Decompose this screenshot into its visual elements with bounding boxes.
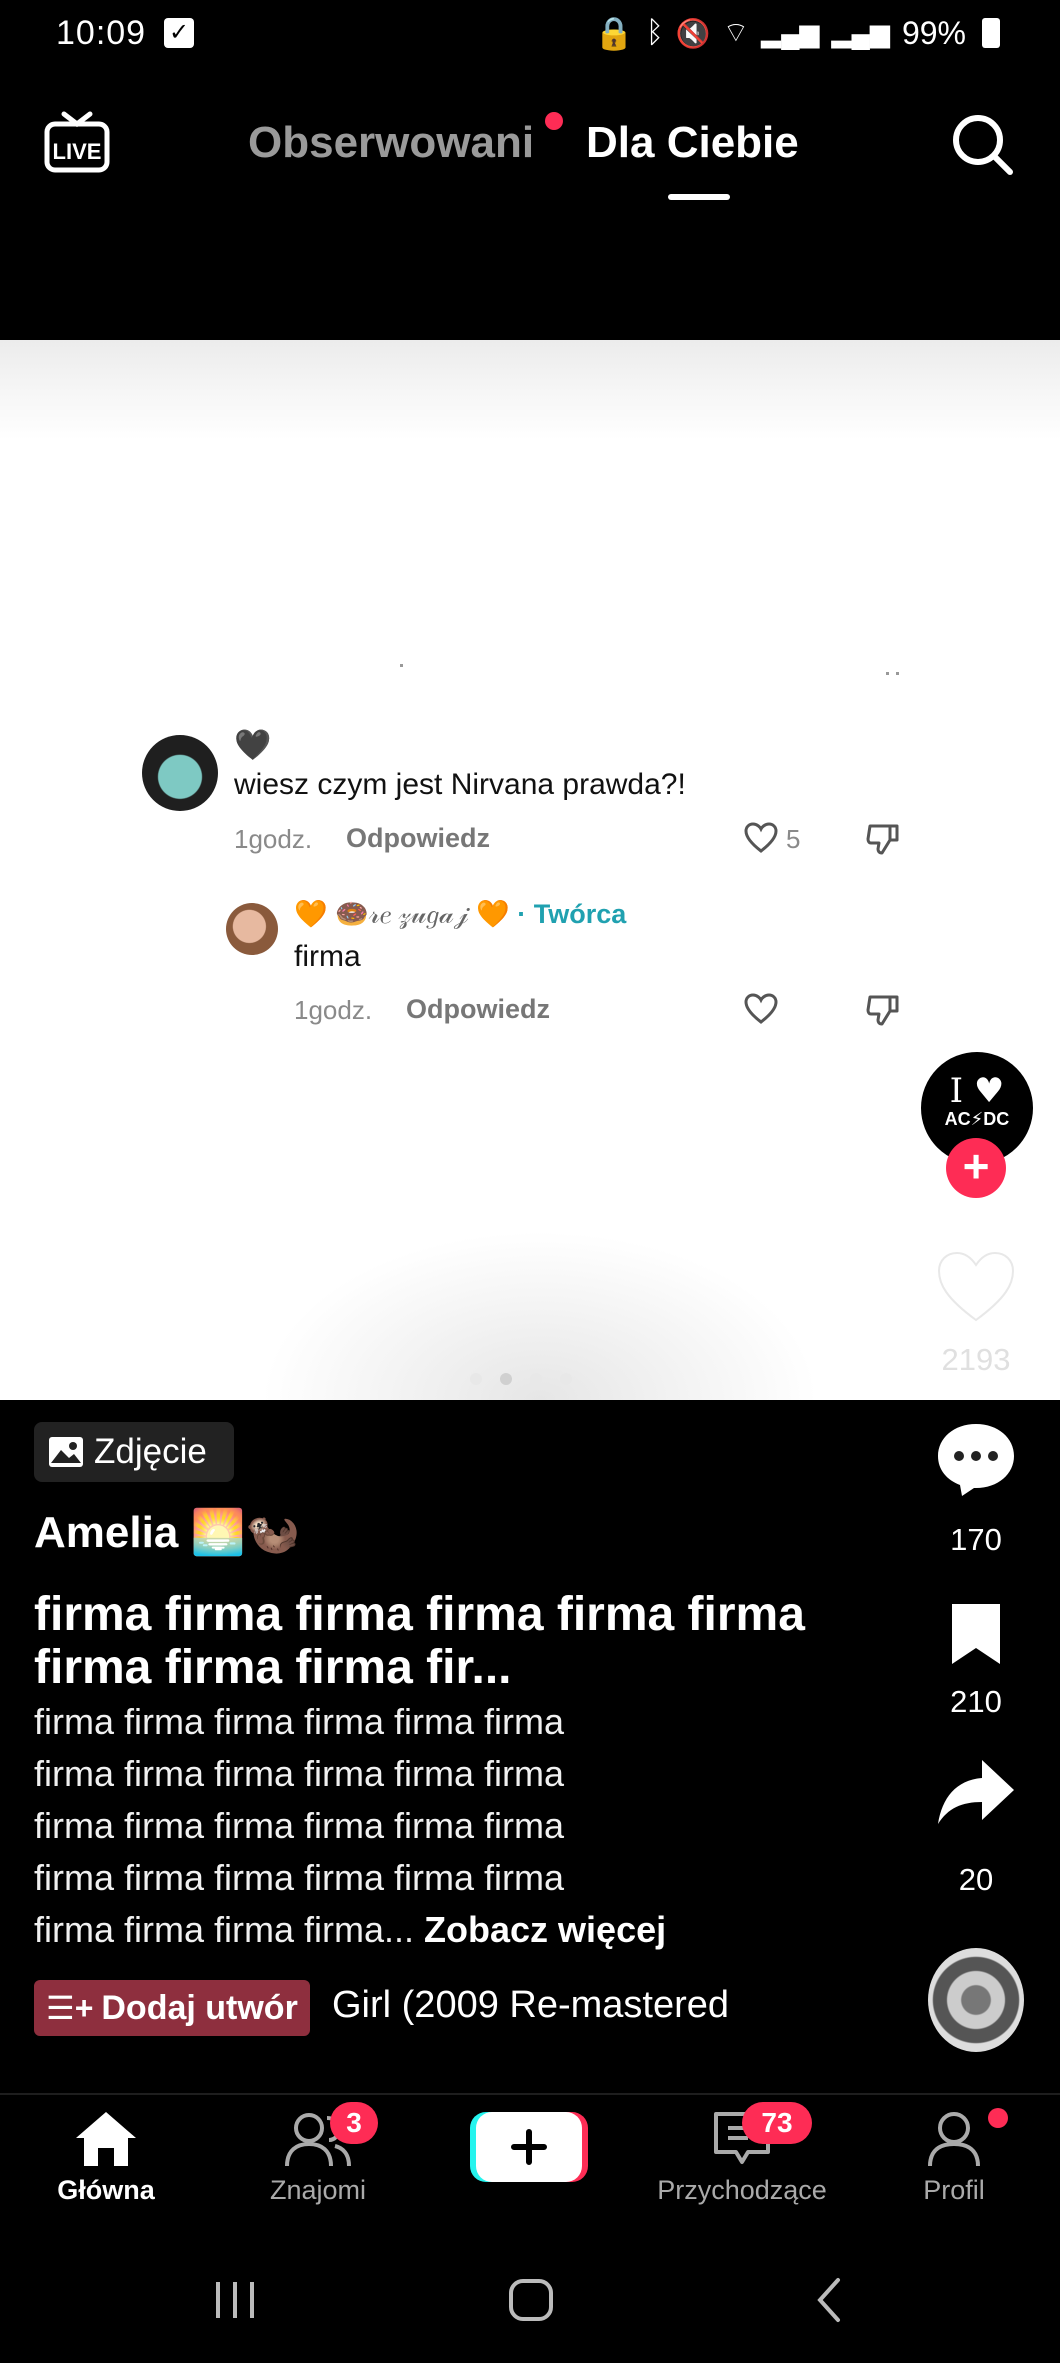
nav-inbox-label: Przychodzące [657, 2175, 827, 2205]
comment-avatar [226, 903, 278, 955]
comment-text: wiesz czym jest Nirvana prawda?! [234, 768, 686, 801]
share-count: 20 [958, 1862, 994, 1897]
follow-button[interactable]: + [946, 1138, 1006, 1198]
new-content-dot [545, 112, 563, 130]
photo-speck [400, 664, 403, 667]
nav-home[interactable]: Główna [16, 2110, 196, 2206]
status-time: 10:09 [56, 14, 147, 52]
comment-like-count: 5 [786, 824, 801, 854]
home-icon [76, 2112, 136, 2166]
friends-badge: 3 [330, 2102, 378, 2144]
add-song-button[interactable]: ☰+ Dodaj utwór [34, 1980, 310, 2036]
lock-app-icon: 🔒 [594, 15, 634, 51]
signal-icon: ▂▄▆ [761, 17, 820, 48]
author-name[interactable]: Amelia 🌅🦦 [34, 1506, 300, 1558]
profile-icon [928, 2112, 980, 2167]
heart-outline-icon [744, 822, 778, 853]
dislike-icon [866, 995, 899, 1026]
create-button[interactable] [470, 2110, 588, 2184]
photo-type-chip: Zdjęcie [34, 1422, 234, 1482]
post-description[interactable]: firma firma firma firma firma firma firm… [34, 1696, 854, 1956]
add-to-playlist-icon: ☰+ [46, 1990, 94, 2026]
comment-time: 1godz. [234, 824, 313, 854]
carousel-dot-active [500, 1373, 512, 1385]
live-icon[interactable]: LIVE [44, 108, 110, 174]
nav-friends-label: Znajomi [269, 2175, 367, 2205]
carousel-dot [560, 1373, 572, 1385]
comment-count: 170 [950, 1522, 1002, 1557]
comment-username-text: 🧡 🍩𝓇𝑒 𝓏𝓊𝑔𝒶𝒿 🧡 [294, 899, 510, 929]
post-title[interactable]: firma firma firma firma firma firma firm… [34, 1588, 854, 1694]
share-icon[interactable] [936, 1756, 1016, 1828]
description-line: firma firma firma firma firma firma [34, 1805, 564, 1846]
comment-text: firma [294, 940, 361, 973]
description-line: firma firma firma firma firma firma [34, 1857, 564, 1898]
recent-apps-icon[interactable] [210, 2270, 260, 2330]
status-bar: 10:09 ✓ 🔒 ᛒ 🔇 ⌔ ▂▄▆ ▂▄▆ 99% [0, 0, 1060, 70]
photo-speck [886, 672, 889, 675]
avatar-text: AC⚡DC [944, 1109, 1010, 1129]
photo-type-label: Zdjęcie [94, 1432, 207, 1471]
comment-time: 1godz. [294, 995, 373, 1025]
wifi-icon: ⌔ [722, 16, 750, 48]
comment-username: 🧡 🍩𝓇𝑒 𝓏𝓊𝑔𝒶𝒿 🧡 · Twórca [294, 898, 626, 931]
comment-avatar [142, 735, 218, 811]
carousel-dot [530, 1373, 542, 1385]
reply-button: Odpowiedz [406, 994, 550, 1024]
home-system-icon[interactable] [506, 2270, 556, 2330]
inbox-badge: 73 [742, 2102, 812, 2144]
live-label: LIVE [53, 139, 102, 164]
music-disc-icon[interactable] [928, 1948, 1024, 2052]
signal-icon: ▂▄▆ [831, 17, 890, 48]
nav-friends[interactable]: Znajomi [228, 2110, 408, 2206]
photo-speck [896, 672, 899, 675]
search-icon[interactable] [950, 112, 1014, 176]
heart-outline-icon [744, 993, 778, 1024]
mute-icon: 🔇 [675, 17, 711, 49]
like-count: 2193 [941, 1342, 1011, 1377]
song-title[interactable]: Girl (2009 Re-mastered [332, 1984, 729, 2027]
bookmark-icon[interactable] [946, 1600, 1006, 1668]
active-tab-indicator [668, 194, 730, 200]
description-line: firma firma firma firma firma firma [34, 1753, 564, 1794]
add-song-label: Dodaj utwór [101, 1988, 298, 2027]
tab-for-you[interactable]: Dla Ciebie [586, 118, 799, 168]
see-more-link[interactable]: Zobacz więcej [424, 1909, 666, 1950]
carousel-indicator [470, 1373, 572, 1385]
battery-icon [982, 18, 1000, 48]
back-icon[interactable] [810, 2270, 850, 2330]
image-icon [49, 1437, 83, 1467]
carousel-dot [470, 1373, 482, 1385]
battery-percent: 99% [901, 14, 966, 51]
bluetooth-icon: ᛒ [645, 16, 664, 49]
save-count: 210 [950, 1684, 1002, 1719]
dislike-icon [866, 824, 899, 855]
profile-notification-dot [988, 2108, 1008, 2128]
nav-profile[interactable]: Profil [864, 2110, 1044, 2206]
tab-following[interactable]: Obserwowani [248, 118, 534, 168]
nav-profile-label: Profil [923, 2175, 985, 2205]
avatar-text: I ♥ [949, 1071, 1005, 1111]
notification-check-icon: ✓ [164, 18, 194, 48]
divider [0, 2093, 1060, 2095]
photo-shade [0, 340, 1060, 440]
reply-button: Odpowiedz [346, 823, 490, 853]
comment-icon[interactable] [934, 1420, 1018, 1500]
nav-home-label: Główna [57, 2175, 155, 2205]
description-line: firma firma firma firma firma firma [34, 1701, 564, 1742]
comment-username: 🖤 [234, 729, 272, 762]
description-line: firma firma firma firma... [34, 1909, 415, 1950]
status-icons: 🔒 ᛒ 🔇 ⌔ ▂▄▆ ▂▄▆ 99% [594, 14, 1000, 52]
heart-icon[interactable] [936, 1250, 1016, 1324]
creator-label: · Twórca [517, 899, 627, 929]
